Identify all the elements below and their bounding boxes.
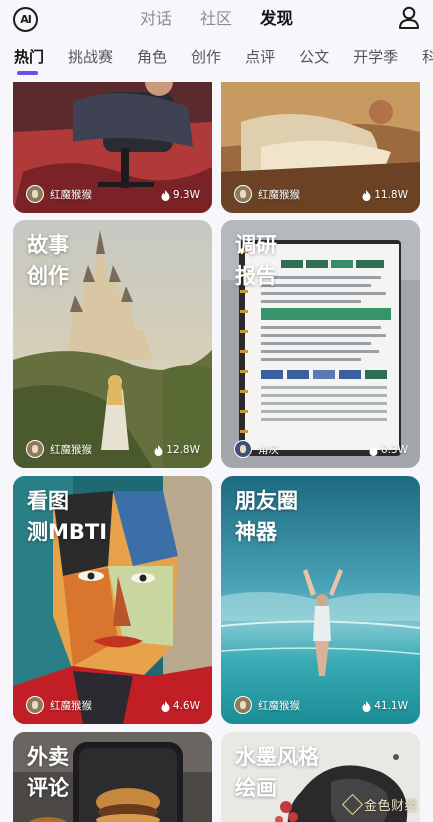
author-name: 红魔猴猴 bbox=[50, 699, 92, 712]
card-story-creation[interactable]: 故事 创作 红魔猴猴 12.8W bbox=[13, 220, 212, 468]
category-tab-creation[interactable]: 创作 bbox=[191, 45, 221, 75]
likes-count: 11.8W bbox=[374, 189, 408, 201]
top-tab-bar: 对话 社区 发现 bbox=[140, 8, 293, 30]
card-title: 外卖 评论 bbox=[27, 745, 69, 800]
author-avatar bbox=[26, 185, 44, 203]
author-name: 红魔猴猴 bbox=[50, 188, 92, 201]
author-avatar bbox=[26, 696, 44, 714]
card-author[interactable]: 红魔猴猴 bbox=[26, 696, 92, 714]
watermark-text: 金色财经 bbox=[364, 799, 419, 814]
logo-text: AI bbox=[20, 13, 32, 26]
card-title: 水墨风格 绘画 bbox=[235, 745, 319, 800]
card-title: 调研 报告 bbox=[235, 233, 277, 288]
active-tab-underline bbox=[17, 71, 38, 75]
author-avatar bbox=[234, 696, 252, 714]
author-name: 角灰 bbox=[258, 443, 279, 456]
card-author[interactable]: 红魔猴猴 bbox=[234, 185, 300, 203]
likes-count: 6.3W bbox=[380, 444, 408, 456]
card-research-report[interactable]: 调研 报告 角灰 6.3W bbox=[221, 220, 420, 468]
flame-icon bbox=[154, 444, 163, 456]
category-tab-character[interactable]: 角色 bbox=[137, 45, 167, 75]
category-tab-back-to-school[interactable]: 开学季 bbox=[353, 45, 398, 75]
category-tab-challenge[interactable]: 挑战赛 bbox=[68, 45, 113, 75]
likes-count: 41.1W bbox=[374, 700, 408, 712]
flame-icon bbox=[161, 700, 170, 712]
tab-community[interactable]: 社区 bbox=[200, 8, 232, 30]
author-avatar bbox=[26, 440, 44, 458]
likes-count: 12.8W bbox=[166, 444, 200, 456]
user-profile-icon[interactable] bbox=[398, 6, 420, 30]
card-prompt[interactable]: 红魔猴猴 11.8W bbox=[221, 82, 420, 213]
card-likes: 4.6W bbox=[161, 700, 200, 712]
author-avatar bbox=[234, 185, 252, 203]
app-logo-icon[interactable]: AI bbox=[13, 7, 38, 32]
category-tab-bar: 热门 挑战赛 角色 创作 点评 公文 开学季 科 bbox=[0, 45, 433, 75]
app-header: AI 对话 社区 发现 热门 挑战赛 角色 创作 点评 公文 开学季 科 bbox=[0, 0, 433, 82]
card-likes: 41.1W bbox=[362, 700, 408, 712]
card-author[interactable]: 角灰 bbox=[234, 440, 279, 458]
flame-icon bbox=[369, 444, 378, 456]
category-tab-review[interactable]: 点评 bbox=[245, 45, 275, 75]
tab-chat[interactable]: 对话 bbox=[140, 8, 172, 30]
tab-discover[interactable]: 发现 bbox=[260, 8, 293, 30]
author-name: 红魔猴猴 bbox=[258, 188, 300, 201]
card-prompt[interactable]: 红魔猴猴 9.3W bbox=[13, 82, 212, 213]
flame-icon bbox=[161, 189, 170, 201]
card-likes: 11.8W bbox=[362, 189, 408, 201]
author-name: 红魔猴猴 bbox=[258, 699, 300, 712]
card-title: 故事 创作 bbox=[27, 233, 69, 288]
card-likes: 12.8W bbox=[154, 444, 200, 456]
card-moments-tool[interactable]: 朋友圈 神器 红魔猴猴 41.1W bbox=[221, 476, 420, 724]
card-title: 朋友圈 神器 bbox=[235, 489, 298, 544]
card-mbti-test[interactable]: 看图 测MBTI 红魔猴猴 4.6W bbox=[13, 476, 212, 724]
discover-feed[interactable]: 红魔猴猴 9.3W 红魔猴猴 11.8W 故事 创作 红魔猴猴 12.8W 调研… bbox=[0, 82, 433, 822]
card-title: 看图 测MBTI bbox=[27, 489, 108, 544]
card-author[interactable]: 红魔猴猴 bbox=[234, 696, 300, 714]
flame-icon bbox=[362, 700, 371, 712]
author-name: 红魔猴猴 bbox=[50, 443, 92, 456]
watermark-logo-icon bbox=[341, 793, 364, 816]
likes-count: 9.3W bbox=[172, 189, 200, 201]
watermark: 金色财经 bbox=[341, 793, 419, 816]
likes-count: 4.6W bbox=[172, 700, 200, 712]
category-tab-official-doc[interactable]: 公文 bbox=[299, 45, 329, 75]
card-likes: 6.3W bbox=[369, 444, 408, 456]
card-takeaway-review[interactable]: 外卖 评论 bbox=[13, 732, 212, 822]
card-author[interactable]: 红魔猴猴 bbox=[26, 185, 92, 203]
category-tab-more[interactable]: 科 bbox=[422, 45, 433, 75]
flame-icon bbox=[362, 189, 371, 201]
card-likes: 9.3W bbox=[161, 189, 200, 201]
card-author[interactable]: 红魔猴猴 bbox=[26, 440, 92, 458]
author-avatar bbox=[234, 440, 252, 458]
